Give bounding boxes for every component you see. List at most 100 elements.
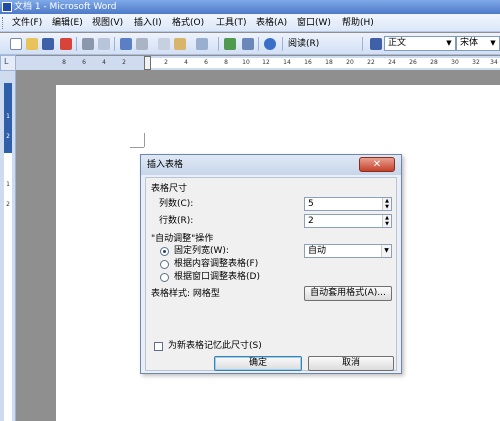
- chevron-down-icon[interactable]: ▼: [381, 245, 391, 257]
- remember-size-label: 为新表格记忆此尺寸(S): [168, 341, 262, 351]
- chevron-down-icon[interactable]: ▼: [444, 38, 454, 49]
- rows-label: 行数(R):: [159, 216, 194, 226]
- menubar-grip-handle[interactable]: [2, 17, 5, 29]
- menu-window[interactable]: 窗口(W): [297, 17, 331, 29]
- ruler-tick: 4: [102, 59, 106, 66]
- style-combo-value: 正文: [388, 38, 407, 48]
- styles-icon[interactable]: [370, 38, 382, 50]
- ruler-tick: 16: [304, 59, 312, 66]
- undo-icon[interactable]: [196, 38, 208, 50]
- spelling-icon[interactable]: [120, 38, 132, 50]
- ruler-tick: 26: [409, 59, 417, 66]
- ruler-tick: 22: [367, 59, 375, 66]
- insert-table-dialog: 插入表格 ✕ 表格尺寸 列数(C): 5 ▲ ▼ 行数(R): 2 ▲ ▼ "自动调…: [140, 154, 402, 374]
- ruler-tick: 18: [325, 59, 333, 66]
- watermark-url: jiaocheng.chazidian.com: [350, 411, 437, 419]
- ruler-tick: 34: [490, 59, 498, 66]
- chevron-down-icon[interactable]: ▼: [488, 38, 498, 49]
- autofit-group-label: "自动调整"操作: [151, 234, 214, 244]
- new-doc-icon[interactable]: [10, 38, 22, 50]
- margin-crop-mark: [130, 147, 144, 148]
- menu-view[interactable]: 视图(V): [92, 17, 123, 29]
- reading-mode-button[interactable]: 阅读(R): [288, 38, 319, 50]
- ruler-tick: 28: [430, 59, 438, 66]
- fit-content-radio[interactable]: [160, 260, 169, 269]
- fixed-width-value: 自动: [308, 246, 327, 256]
- ruler-tick: 24: [388, 59, 396, 66]
- rows-value: 2: [308, 216, 314, 226]
- paste-icon[interactable]: [174, 38, 186, 50]
- fit-window-label: 根据窗口调整表格(D): [174, 272, 260, 282]
- menu-edit[interactable]: 编辑(E): [52, 17, 83, 29]
- cancel-button[interactable]: 取消: [308, 356, 394, 371]
- ruler-tick: 2: [164, 59, 168, 66]
- toolbar-separator: [76, 37, 77, 51]
- spinner-arrows-icon[interactable]: ▲ ▼: [382, 198, 391, 210]
- style-combo[interactable]: 正文 ▼: [384, 36, 456, 51]
- toolbar-separator: [362, 37, 363, 51]
- dialog-title-bar[interactable]: 插入表格 ✕: [141, 155, 401, 175]
- margin-crop-mark: [144, 133, 145, 147]
- columns-spinner[interactable]: 5 ▲ ▼: [304, 197, 392, 211]
- menu-tools[interactable]: 工具(T): [216, 17, 247, 29]
- fit-window-radio[interactable]: [160, 273, 169, 282]
- print-preview-icon[interactable]: [98, 38, 110, 50]
- open-folder-icon[interactable]: [26, 38, 38, 50]
- ruler-tick: 32: [472, 59, 480, 66]
- fit-content-label: 根据内容调整表格(F): [174, 259, 259, 269]
- indent-marker[interactable]: [144, 56, 151, 70]
- fixed-width-radio[interactable]: [160, 247, 169, 256]
- autoformat-button[interactable]: 自动套用格式(A)...: [304, 286, 392, 301]
- ruler-tick: 20: [346, 59, 354, 66]
- font-combo[interactable]: 宋体 ▼: [456, 36, 500, 51]
- toolbar-separator: [218, 37, 219, 51]
- ruler-tick: 2: [6, 201, 10, 208]
- ruler-tick: 30: [451, 59, 459, 66]
- print-icon[interactable]: [82, 38, 94, 50]
- window-title: 文档 1 - Microsoft Word: [14, 2, 117, 12]
- font-combo-value: 宋体: [460, 38, 479, 48]
- ruler-tick: 1: [6, 181, 10, 188]
- menu-format[interactable]: 格式(O): [172, 17, 204, 29]
- ruler-tick: 12: [262, 59, 270, 66]
- dialog-body: 表格尺寸 列数(C): 5 ▲ ▼ 行数(R): 2 ▲ ▼ "自动调整"操作 固定…: [145, 177, 397, 371]
- toolbar-separator: [114, 37, 115, 51]
- ruler-tick: 2: [6, 133, 10, 140]
- tab-selector[interactable]: L: [0, 55, 16, 71]
- cut-icon[interactable]: [136, 38, 148, 50]
- menu-table[interactable]: 表格(A): [256, 17, 287, 29]
- vertical-ruler[interactable]: 1 2 1 2: [0, 71, 16, 421]
- ruler-tick: 10: [242, 59, 250, 66]
- horizontal-ruler[interactable]: 8 6 4 2 2 4 6 8 10 12 14 16 18 20 22 24 …: [16, 56, 500, 70]
- tab-selector-label: L: [4, 57, 9, 66]
- table-icon[interactable]: [242, 38, 254, 50]
- pdf-icon[interactable]: [60, 38, 72, 50]
- spinner-arrows-icon[interactable]: ▲ ▼: [382, 215, 391, 227]
- watermark: jb51.net 查字典 教程网 jiaocheng.chazidian.com: [348, 381, 498, 419]
- ruler-text-area: [4, 153, 12, 421]
- close-button[interactable]: ✕: [359, 157, 395, 172]
- fixed-width-label: 固定列宽(W):: [174, 246, 229, 256]
- title-bar: 文档 1 - Microsoft Word: [0, 0, 500, 14]
- ok-button[interactable]: 确定: [214, 356, 302, 371]
- columns-label: 列数(C):: [159, 199, 194, 209]
- ruler-text-area: [148, 58, 500, 68]
- columns-value: 5: [308, 199, 314, 209]
- menu-insert[interactable]: 插入(I): [134, 17, 162, 29]
- ruler-tick: 6: [82, 59, 86, 66]
- dialog-title: 插入表格: [147, 160, 184, 170]
- save-icon[interactable]: [42, 38, 54, 50]
- menu-file[interactable]: 文件(F): [12, 17, 42, 29]
- rows-spinner[interactable]: 2 ▲ ▼: [304, 214, 392, 228]
- toolbar-separator: [282, 37, 283, 51]
- ruler-tick: 8: [62, 59, 66, 66]
- remember-size-checkbox[interactable]: [154, 342, 163, 351]
- menu-help[interactable]: 帮助(H): [342, 17, 374, 29]
- watermark-site: jb51.net: [456, 383, 498, 394]
- copy-icon[interactable]: [158, 38, 170, 50]
- help-icon[interactable]: [264, 38, 276, 50]
- ruler-tick: 4: [184, 59, 188, 66]
- menu-bar: 文件(F) 编辑(E) 视图(V) 插入(I) 格式(O) 工具(T) 表格(A…: [0, 14, 500, 32]
- fixed-width-select[interactable]: 自动 ▼: [304, 244, 392, 258]
- hyperlink-icon[interactable]: [224, 38, 236, 50]
